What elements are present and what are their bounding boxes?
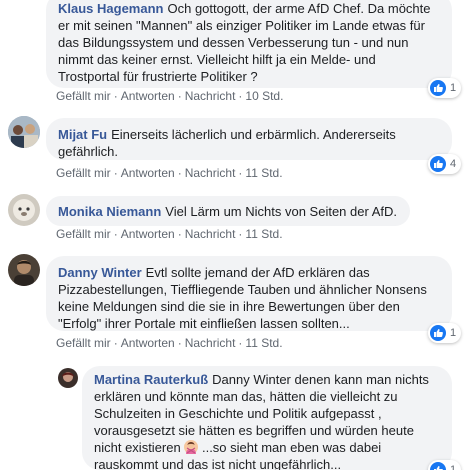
separator: · [177, 227, 182, 241]
message-link[interactable]: Nachricht [185, 227, 236, 241]
timestamp[interactable]: 11 Std. [245, 166, 282, 180]
avatar[interactable] [8, 254, 40, 286]
comment-actions: Gefällt mir · Antworten · Nachricht · 11 Std. [56, 165, 283, 181]
comment-actions: Gefällt mir · Antworten · Nachricht · 11 Std. [56, 226, 283, 242]
reaction-count[interactable]: 1 [428, 323, 462, 343]
like-link[interactable]: Gefällt mir [56, 89, 111, 103]
timestamp[interactable]: 11 Std. [245, 227, 282, 241]
comment-author[interactable]: Monika Niemann [58, 204, 161, 219]
reaction-count[interactable]: 4 [428, 154, 462, 174]
reaction-count[interactable]: 1 [428, 78, 462, 98]
separator: · [113, 89, 118, 103]
comment-actions: Gefällt mir · Antworten · Nachricht · 10 Std. [56, 88, 283, 104]
comment-bubble: Mijat Fu Einerseits lächerlich und erbärm… [46, 118, 452, 160]
like-icon [430, 325, 446, 341]
like-icon [430, 156, 446, 172]
separator: · [177, 166, 182, 180]
reaction-number: 1 [450, 82, 457, 94]
separator: · [113, 166, 118, 180]
timestamp[interactable]: 11 Std. [245, 336, 282, 350]
timestamp[interactable]: 10 Std. [245, 89, 283, 103]
separator: · [177, 336, 182, 350]
comment-text: Einerseits lächerlich und erbärmlich. An… [58, 127, 396, 159]
comment-actions: Gefällt mir · Antworten · Nachricht · 11 Std. [56, 335, 283, 351]
like-link[interactable]: Gefällt mir [56, 166, 111, 180]
message-link[interactable]: Nachricht [185, 89, 236, 103]
like-icon [430, 462, 446, 470]
comment-author[interactable]: Danny Winter [58, 265, 142, 280]
reaction-number: 1 [450, 464, 457, 470]
separator: · [238, 166, 243, 180]
reply-link[interactable]: Antworten [121, 89, 175, 103]
comment-bubble: Martina Rauterkuß Danny Winter denen kann… [82, 366, 452, 470]
comment-bubble: Monika Niemann Viel Lärm um Nichts von Se… [46, 196, 410, 226]
reaction-number: 4 [450, 158, 457, 170]
reply-link[interactable]: Antworten [121, 336, 175, 350]
avatar[interactable] [58, 368, 78, 388]
reaction-number: 1 [450, 327, 457, 339]
comment-author[interactable]: Martina Rauterkuß [94, 372, 208, 387]
comment-author[interactable]: Mijat Fu [58, 127, 107, 142]
comment-text: Viel Lärm um Nichts von Seiten der AfD. [165, 204, 397, 219]
comment-bubble: Klaus Hagemann Och gottogott, der arme Af… [46, 0, 452, 88]
comment-author[interactable]: Klaus Hagemann [58, 1, 163, 16]
separator: · [238, 227, 243, 241]
reaction-count[interactable]: 1 [428, 460, 462, 470]
avatar[interactable] [8, 116, 40, 148]
like-icon [430, 80, 446, 96]
like-link[interactable]: Gefällt mir [56, 336, 111, 350]
message-link[interactable]: Nachricht [185, 166, 236, 180]
reply-link[interactable]: Antworten [121, 227, 175, 241]
avatar[interactable] [8, 194, 40, 226]
separator: · [238, 89, 243, 103]
separator: · [113, 227, 118, 241]
separator: · [238, 336, 243, 350]
message-link[interactable]: Nachricht [185, 336, 236, 350]
comment-bubble: Danny Winter Evtl sollte jemand der AfD e… [46, 256, 452, 331]
woman-gesturing-no-emoji [184, 440, 199, 454]
reply-link[interactable]: Antworten [121, 166, 175, 180]
separator: · [177, 89, 182, 103]
separator: · [113, 336, 118, 350]
like-link[interactable]: Gefällt mir [56, 227, 111, 241]
